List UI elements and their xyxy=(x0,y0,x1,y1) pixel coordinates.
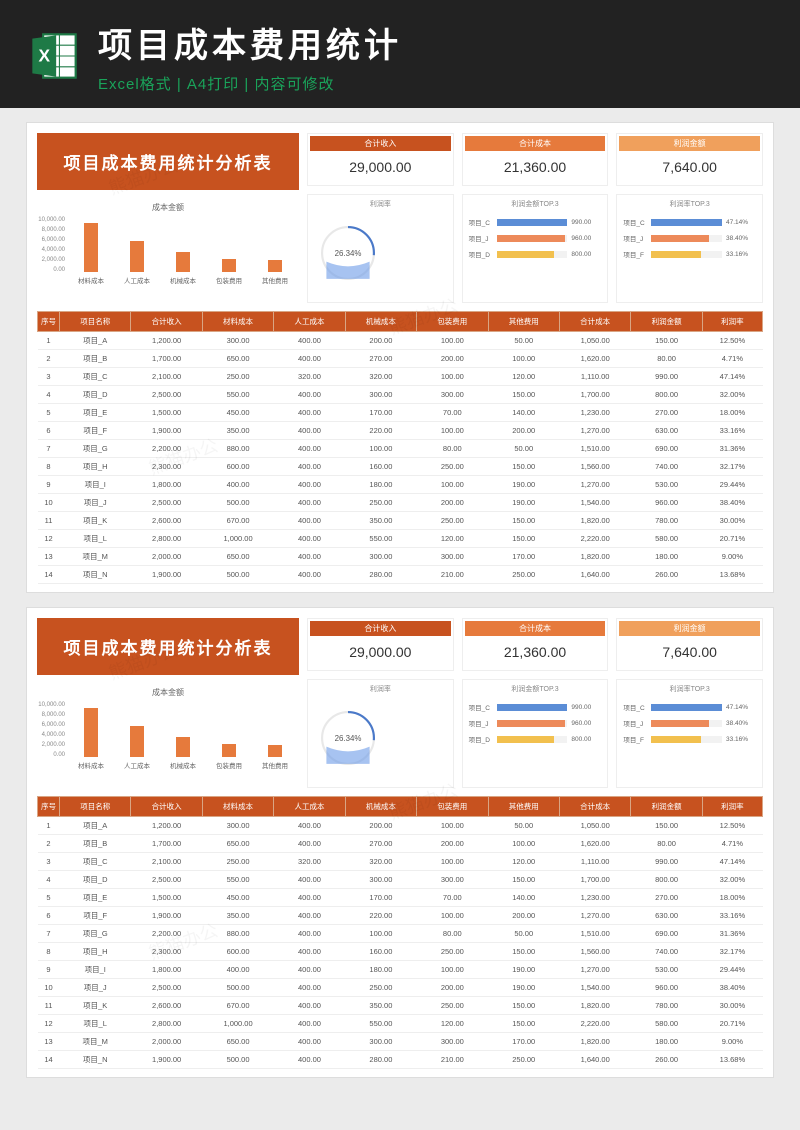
rank-row: 项目_D 800.00 xyxy=(469,249,602,259)
bars: 材料成本 人工成本 机械成本 包装费用 其他费用 xyxy=(75,229,291,285)
page-subtitle: Excel格式 | A4打印 | 内容可修改 xyxy=(98,73,772,94)
donut-chart: 26.34% xyxy=(312,217,384,289)
bar-item: 人工成本 xyxy=(121,726,153,770)
sheet-copy-2: 项目成本费用统计分析表 成本金额 10,000.008,000.006,000.… xyxy=(26,607,774,1078)
table-row: 1项目_A1,200.00300.00400.00200.00100.0050.… xyxy=(38,332,763,350)
svg-text:26.34%: 26.34% xyxy=(335,249,362,258)
kpi-row: 合计收入 29,000.00 合计成本 21,360.00 利润金额 7,640… xyxy=(307,133,763,186)
bar-item: 其他费用 xyxy=(259,260,291,285)
table-row: 12项目_L2,800.001,000.00400.00550.00120.00… xyxy=(38,1015,763,1033)
top-profit-box: 利润金额TOP.3 项目_C 990.00 项目_J 960.00 项目_D 8… xyxy=(462,679,609,788)
data-table: 序号项目名称合计收入材料成本人工成本机械成本包装费用其他费用合计成本利润金额利润… xyxy=(37,796,763,1069)
rank-row: 项目_C 990.00 xyxy=(469,217,602,227)
table-row: 2项目_B1,700.00650.00400.00270.00200.00100… xyxy=(38,835,763,853)
table-row: 11项目_K2,600.00670.00400.00350.00250.0015… xyxy=(38,997,763,1015)
excel-icon: X xyxy=(28,30,80,82)
top-rate-bars: 项目_C 47.14% 项目_J 38.40% 项目_F 33.16% xyxy=(621,213,758,263)
table-row: 3项目_C2,100.00250.00320.00320.00100.00120… xyxy=(38,853,763,871)
sheet-title: 项目成本费用统计分析表 xyxy=(37,133,299,190)
rank-row: 项目_C 47.14% xyxy=(623,702,756,712)
svg-text:X: X xyxy=(38,45,50,65)
bar-item: 机械成本 xyxy=(167,737,199,770)
kpi-card: 利润金额 7,640.00 xyxy=(616,618,763,671)
table-row: 5项目_E1,500.00450.00400.00170.0070.00140.… xyxy=(38,889,763,907)
table-row: 7项目_G2,200.00880.00400.00100.0080.0050.0… xyxy=(38,925,763,943)
bar-item: 其他费用 xyxy=(259,745,291,770)
data-table: 序号项目名称合计收入材料成本人工成本机械成本包装费用其他费用合计成本利润金额利润… xyxy=(37,311,763,584)
kpi-card: 合计收入 29,000.00 xyxy=(307,133,454,186)
table-row: 8项目_H2,300.00600.00400.00160.00250.00150… xyxy=(38,943,763,961)
top-profit-bars: 项目_C 990.00 项目_J 960.00 项目_D 800.00 xyxy=(467,698,604,748)
table-row: 4项目_D2,500.00550.00400.00300.00300.00150… xyxy=(38,871,763,889)
table-row: 2项目_B1,700.00650.00400.00270.00200.00100… xyxy=(38,350,763,368)
top-rate-bars: 项目_C 47.14% 项目_J 38.40% 项目_F 33.16% xyxy=(621,698,758,748)
rank-row: 项目_C 47.14% xyxy=(623,217,756,227)
rank-row: 项目_F 33.16% xyxy=(623,734,756,744)
donut-chart: 26.34% xyxy=(312,702,384,774)
table-row: 14项目_N1,900.00500.00400.00280.00210.0025… xyxy=(38,566,763,584)
cost-bar-chart: 成本金额 10,000.008,000.006,000.004,000.002,… xyxy=(37,683,299,774)
bars: 材料成本 人工成本 机械成本 包装费用 其他费用 xyxy=(75,714,291,770)
top-profit-box: 利润金额TOP.3 项目_C 990.00 项目_J 960.00 项目_D 8… xyxy=(462,194,609,303)
bar-item: 材料成本 xyxy=(75,708,107,770)
rank-row: 项目_D 800.00 xyxy=(469,734,602,744)
rank-row: 项目_C 990.00 xyxy=(469,702,602,712)
table-row: 12项目_L2,800.001,000.00400.00550.00120.00… xyxy=(38,530,763,548)
table-row: 5项目_E1,500.00450.00400.00170.0070.00140.… xyxy=(38,404,763,422)
kpi-card: 合计成本 21,360.00 xyxy=(462,133,609,186)
kpi-card: 合计收入 29,000.00 xyxy=(307,618,454,671)
page-header: X 项目成本费用统计 Excel格式 | A4打印 | 内容可修改 xyxy=(0,0,800,108)
kpi-row: 合计收入 29,000.00 合计成本 21,360.00 利润金额 7,640… xyxy=(307,618,763,671)
table-row: 13项目_M2,000.00650.00400.00300.00300.0017… xyxy=(38,548,763,566)
sheet-stack: 项目成本费用统计分析表 成本金额 10,000.008,000.006,000.… xyxy=(0,108,800,1092)
rank-row: 项目_J 38.40% xyxy=(623,233,756,243)
svg-text:26.34%: 26.34% xyxy=(335,734,362,743)
cost-bar-chart: 成本金额 10,000.008,000.006,000.004,000.002,… xyxy=(37,198,299,289)
table-row: 4项目_D2,500.00550.00400.00300.00300.00150… xyxy=(38,386,763,404)
y-ticks: 10,000.008,000.006,000.004,000.002,000.0… xyxy=(35,217,65,273)
bar-item: 材料成本 xyxy=(75,223,107,285)
table-row: 10项目_J2,500.00500.00400.00250.00200.0019… xyxy=(38,979,763,997)
bar-item: 人工成本 xyxy=(121,241,153,285)
top-profit-bars: 项目_C 990.00 项目_J 960.00 项目_D 800.00 xyxy=(467,213,604,263)
table-row: 6项目_F1,900.00350.00400.00220.00100.00200… xyxy=(38,422,763,440)
sheet-copy-1: 项目成本费用统计分析表 成本金额 10,000.008,000.006,000.… xyxy=(26,122,774,593)
table-row: 14项目_N1,900.00500.00400.00280.00210.0025… xyxy=(38,1051,763,1069)
y-ticks: 10,000.008,000.006,000.004,000.002,000.0… xyxy=(35,702,65,758)
table-row: 11项目_K2,600.00670.00400.00350.00250.0015… xyxy=(38,512,763,530)
sheet-title: 项目成本费用统计分析表 xyxy=(37,618,299,675)
rank-row: 项目_F 33.16% xyxy=(623,249,756,259)
table-row: 1项目_A1,200.00300.00400.00200.00100.0050.… xyxy=(38,817,763,835)
header-row: 序号项目名称合计收入材料成本人工成本机械成本包装费用其他费用合计成本利润金额利润… xyxy=(38,312,763,332)
rank-row: 项目_J 960.00 xyxy=(469,233,602,243)
header-row: 序号项目名称合计收入材料成本人工成本机械成本包装费用其他费用合计成本利润金额利润… xyxy=(38,797,763,817)
rank-row: 项目_J 38.40% xyxy=(623,718,756,728)
table-row: 8项目_H2,300.00600.00400.00160.00250.00150… xyxy=(38,458,763,476)
donut-box: 利润率 26.34% xyxy=(307,194,454,303)
table-row: 10项目_J2,500.00500.00400.00250.00200.0019… xyxy=(38,494,763,512)
table-row: 6项目_F1,900.00350.00400.00220.00100.00200… xyxy=(38,907,763,925)
table-row: 9项目_I1,800.00400.00400.00180.00100.00190… xyxy=(38,476,763,494)
table-row: 3项目_C2,100.00250.00320.00320.00100.00120… xyxy=(38,368,763,386)
donut-box: 利润率 26.34% xyxy=(307,679,454,788)
rank-row: 项目_J 960.00 xyxy=(469,718,602,728)
kpi-card: 合计成本 21,360.00 xyxy=(462,618,609,671)
top-rate-box: 利润率TOP.3 项目_C 47.14% 项目_J 38.40% 项目_F 33… xyxy=(616,194,763,303)
table-row: 13项目_M2,000.00650.00400.00300.00300.0017… xyxy=(38,1033,763,1051)
table-row: 9项目_I1,800.00400.00400.00180.00100.00190… xyxy=(38,961,763,979)
bar-item: 包装费用 xyxy=(213,744,245,770)
kpi-card: 利润金额 7,640.00 xyxy=(616,133,763,186)
bar-item: 机械成本 xyxy=(167,252,199,285)
table-row: 7项目_G2,200.00880.00400.00100.0080.0050.0… xyxy=(38,440,763,458)
page-title: 项目成本费用统计 xyxy=(98,18,772,67)
top-rate-box: 利润率TOP.3 项目_C 47.14% 项目_J 38.40% 项目_F 33… xyxy=(616,679,763,788)
bar-item: 包装费用 xyxy=(213,259,245,285)
